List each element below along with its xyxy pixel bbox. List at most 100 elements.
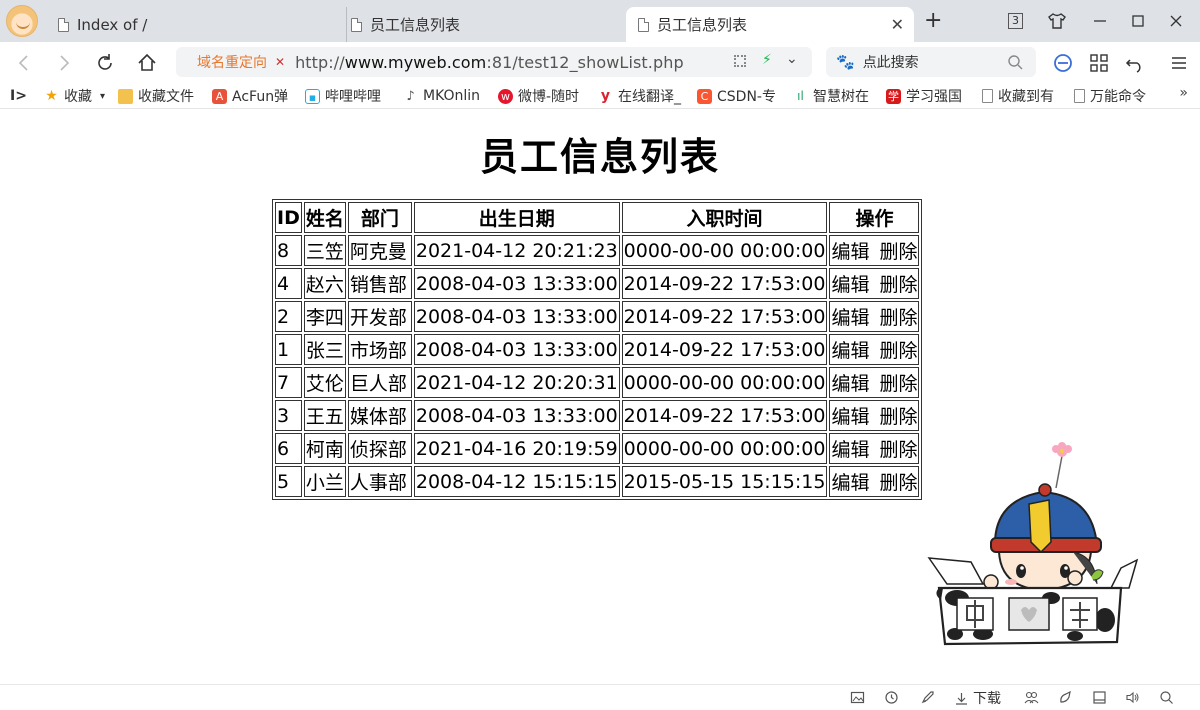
url-text[interactable]: http://www.myweb.com:81/test12_showList.… xyxy=(295,53,684,72)
cell-name: 赵六 xyxy=(303,268,346,299)
delete-link[interactable]: 删除 xyxy=(879,439,917,461)
not-secure-icon[interactable]: ✕ xyxy=(275,55,285,69)
cell-birth-date: 2008-04-03 13:33:00 xyxy=(413,334,620,365)
domain-redirect-label[interactable]: 域名重定向 xyxy=(197,52,267,72)
undo-close-tab-icon[interactable] xyxy=(1124,52,1146,74)
edit-link[interactable]: 编辑 xyxy=(831,307,869,329)
youdao-icon: y xyxy=(600,87,611,104)
cell-id: 4 xyxy=(275,268,302,299)
sidebar-toggle-icon[interactable]: I> xyxy=(10,86,27,106)
download-button[interactable]: 下载 xyxy=(954,688,1001,708)
cell-birth-date: 2008-04-03 13:33:00 xyxy=(413,301,620,332)
delete-link[interactable]: 删除 xyxy=(879,373,917,395)
tab-employee-list-active[interactable]: 员工信息列表 ✕ xyxy=(626,7,914,42)
bookmark-youdao-note[interactable]: 收藏到有 xyxy=(982,86,1060,106)
tab-index-of[interactable]: Index of / xyxy=(58,7,334,42)
home-icon[interactable] xyxy=(135,51,159,75)
cell-dept: 市场部 xyxy=(347,334,412,365)
bookmark-mkonline[interactable]: ♪ MKOnlin xyxy=(403,86,485,106)
table-row: 4 赵六 销售部 2008-04-03 13:33:00 2014-09-22 17:5… xyxy=(275,268,920,299)
search-box[interactable]: 🐾 点此搜索 xyxy=(826,47,1036,77)
page-icon xyxy=(1074,89,1085,103)
edit-link[interactable]: 编辑 xyxy=(831,373,869,395)
column-header-actions: 操作 xyxy=(829,202,920,233)
cell-hire-date: 2014-09-22 17:53:00 xyxy=(621,400,828,431)
delete-link[interactable]: 删除 xyxy=(879,340,917,362)
reload-icon[interactable] xyxy=(93,51,117,75)
weibo-icon: w xyxy=(498,88,513,104)
close-tab-icon[interactable]: ✕ xyxy=(891,15,904,34)
page-icon xyxy=(58,17,69,32)
menu-icon[interactable] xyxy=(1168,52,1190,74)
address-bar[interactable]: 域名重定向 ✕ http://www.myweb.com:81/test12_s… xyxy=(176,47,812,77)
forward-icon[interactable] xyxy=(52,51,76,75)
column-header-name: 姓名 xyxy=(303,202,346,233)
cell-birth-date: 2021-04-12 20:21:23 xyxy=(413,235,620,266)
edit-link[interactable]: 编辑 xyxy=(831,472,869,494)
search-icon[interactable] xyxy=(1006,53,1024,71)
tab-employee-list-1[interactable]: 员工信息列表 xyxy=(346,7,622,42)
minimize-icon[interactable] xyxy=(1090,11,1110,31)
bookmark-favorites[interactable]: ★ 收藏 ▾ xyxy=(44,86,114,106)
qr-code-icon[interactable] xyxy=(734,55,746,67)
edit-link[interactable]: 编辑 xyxy=(831,439,869,461)
bookmark-youdao[interactable]: y 在线翻译_ xyxy=(598,86,686,106)
chevron-down-icon: ▾ xyxy=(100,90,106,102)
apps-grid-icon[interactable] xyxy=(1088,52,1110,74)
bookmark-commands[interactable]: 万能命令 xyxy=(1074,86,1152,106)
edit-link[interactable]: 编辑 xyxy=(831,340,869,362)
cell-name: 张三 xyxy=(303,334,346,365)
maximize-icon[interactable] xyxy=(1128,11,1148,31)
back-icon[interactable] xyxy=(12,51,36,75)
more-bookmarks-icon[interactable]: » xyxy=(1179,85,1188,101)
baidu-paw-icon[interactable]: 🐾 xyxy=(836,53,855,71)
cell-birth-date: 2008-04-12 15:15:15 xyxy=(413,466,620,497)
speed-mode-icon[interactable]: ⚡ xyxy=(762,52,772,68)
rocket-icon[interactable] xyxy=(920,690,935,705)
new-tab-icon[interactable]: + xyxy=(924,10,942,32)
cell-id: 7 xyxy=(275,367,302,398)
table-row: 6 柯南 侦探部 2021-04-16 20:19:59 0000-00-00 00:0… xyxy=(275,433,920,464)
delete-link[interactable]: 删除 xyxy=(879,241,917,263)
cleanup-icon[interactable] xyxy=(1058,690,1073,705)
cell-dept: 侦探部 xyxy=(347,433,412,464)
bookmark-bilibili[interactable]: ▪ 哔哩哔哩 xyxy=(305,86,387,106)
cell-actions: 编辑 删除 xyxy=(829,334,920,365)
bookmark-zhihuishu[interactable]: ıl 智慧树在 xyxy=(793,86,875,106)
zoom-search-icon[interactable] xyxy=(1159,690,1174,705)
close-window-icon[interactable] xyxy=(1166,11,1186,31)
search-input[interactable]: 点此搜索 xyxy=(863,52,919,72)
chevron-down-icon[interactable]: ⌄ xyxy=(786,51,798,67)
bookmark-folder[interactable]: 收藏文件 xyxy=(118,86,202,106)
users-icon[interactable] xyxy=(1024,690,1039,705)
bookmark-csdn[interactable]: C CSDN-专 xyxy=(697,86,781,106)
table-row: 3 王五 媒体部 2008-04-03 13:33:00 2014-09-22 17:5… xyxy=(275,400,920,431)
cell-hire-date: 2014-09-22 17:53:00 xyxy=(621,334,828,365)
user-avatar-icon[interactable] xyxy=(6,5,38,37)
skin-icon[interactable] xyxy=(1048,12,1066,30)
image-icon[interactable] xyxy=(850,690,865,705)
bookmark-xuexi[interactable]: 学 学习强国 xyxy=(886,86,972,106)
page-icon xyxy=(351,17,362,32)
tab-count-badge[interactable]: 3 xyxy=(1008,13,1023,29)
volume-icon[interactable] xyxy=(1125,690,1140,705)
cell-id: 8 xyxy=(275,235,302,266)
cell-hire-date: 0000-00-00 00:00:00 xyxy=(621,433,828,464)
cell-hire-date: 2015-05-15 15:15:15 xyxy=(621,466,828,497)
bookmark-acfun[interactable]: A AcFun弹 xyxy=(212,86,294,106)
cell-actions: 编辑 删除 xyxy=(829,301,920,332)
adblock-icon[interactable] xyxy=(1052,52,1074,74)
delete-link[interactable]: 删除 xyxy=(879,274,917,296)
edit-link[interactable]: 编辑 xyxy=(831,274,869,296)
delete-link[interactable]: 删除 xyxy=(879,472,917,494)
history-icon[interactable] xyxy=(884,690,899,705)
window-icon[interactable] xyxy=(1092,690,1107,705)
delete-link[interactable]: 删除 xyxy=(879,406,917,428)
delete-link[interactable]: 删除 xyxy=(879,307,917,329)
cell-dept: 开发部 xyxy=(347,301,412,332)
edit-link[interactable]: 编辑 xyxy=(831,241,869,263)
cell-dept: 媒体部 xyxy=(347,400,412,431)
bookmark-weibo[interactable]: w 微博-随时 xyxy=(498,86,584,106)
cell-birth-date: 2008-04-03 13:33:00 xyxy=(413,268,620,299)
edit-link[interactable]: 编辑 xyxy=(831,406,869,428)
